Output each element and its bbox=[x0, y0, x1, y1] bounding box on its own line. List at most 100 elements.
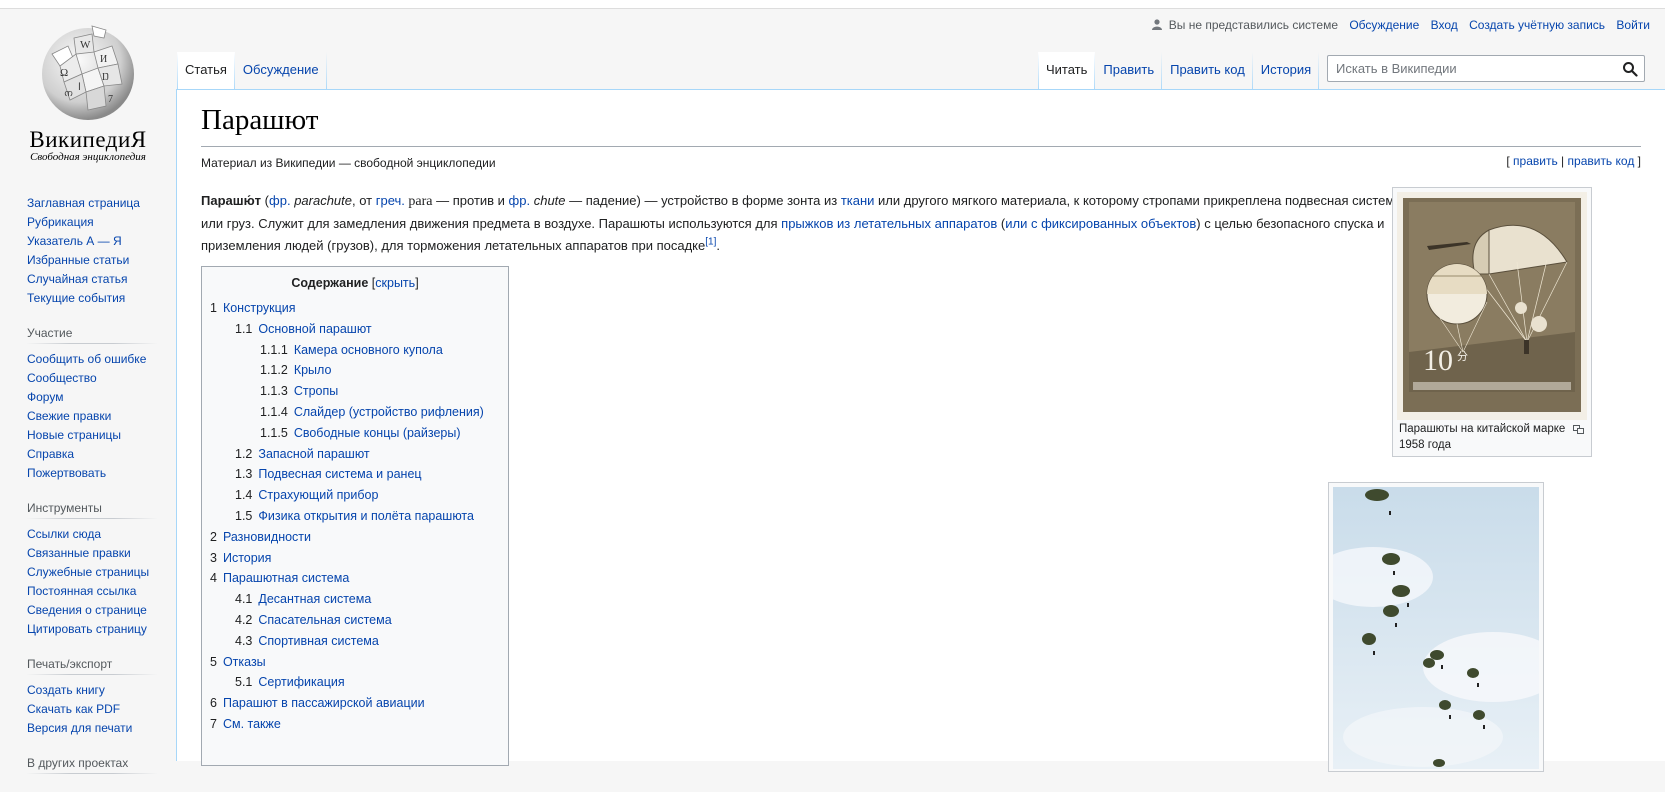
toc-item-link[interactable]: Запасной парашют bbox=[258, 447, 369, 461]
edit-source-link[interactable]: править код bbox=[1568, 154, 1635, 168]
toc-item-link[interactable]: Десантная система bbox=[258, 592, 371, 606]
sidebar-item-index[interactable]: Указатель А — Я bbox=[27, 232, 157, 251]
toc-item[interactable]: 1.2 Запасной парашют bbox=[235, 447, 370, 461]
toc-item-link[interactable]: Основной парашют bbox=[258, 322, 371, 336]
sidebar-item-forum[interactable]: Форум bbox=[27, 388, 157, 407]
toc-item-link[interactable]: История bbox=[223, 551, 271, 565]
sidebar-item-community[interactable]: Сообщество bbox=[27, 369, 157, 388]
wikipedia-logo[interactable]: W Ω И Ŋ ا 7 ന ВикипедиЯ Свободная энцикл… bbox=[0, 24, 176, 164]
logo-wordmark: ВикипедиЯ bbox=[29, 127, 147, 152]
toc-item-link[interactable]: Физика открытия и полёта парашюта bbox=[258, 509, 474, 523]
toc-item-link[interactable]: Подвесная система и ранец bbox=[258, 467, 421, 481]
toc-item-link[interactable]: Крыло bbox=[294, 363, 332, 377]
sidebar-item-featured[interactable]: Избранные статьи bbox=[27, 251, 157, 270]
personal-talk-link[interactable]: Обсуждение bbox=[1349, 18, 1419, 32]
toc-item-link[interactable]: Слайдер (устройство рифления) bbox=[294, 405, 484, 419]
toc-item[interactable]: 1.5 Физика открытия и полёта парашюта bbox=[235, 509, 474, 523]
tab-talk[interactable]: Обсуждение bbox=[234, 52, 327, 92]
lead-link-greek[interactable]: греч. bbox=[376, 193, 405, 208]
sidebar-item-cite-page[interactable]: Цитировать страницу bbox=[27, 620, 157, 639]
toc-item-number: 4.1 bbox=[235, 592, 253, 607]
toc-item[interactable]: 1.1.2 Крыло bbox=[260, 363, 331, 377]
toc-item[interactable]: 4.1 Десантная система bbox=[235, 592, 371, 606]
lead-link-fabric[interactable]: ткани bbox=[841, 193, 875, 208]
sidebar-item-permanent-link[interactable]: Постоянная ссылка bbox=[27, 582, 157, 601]
toc-item[interactable]: 1 Конструкция bbox=[210, 301, 296, 315]
toc-item-link[interactable]: Стропы bbox=[294, 384, 338, 398]
tab-read[interactable]: Читать bbox=[1038, 52, 1095, 92]
toc-item-number: 4.3 bbox=[235, 633, 253, 648]
reference-link[interactable]: [1] bbox=[705, 237, 716, 248]
sidebar-item-recent-changes[interactable]: Свежие правки bbox=[27, 407, 157, 426]
edit-link[interactable]: править bbox=[1513, 154, 1558, 168]
lead-link-jumps[interactable]: прыжков из летательных аппаратов bbox=[781, 216, 997, 231]
sidebar-item-current-events[interactable]: Текущие события bbox=[27, 289, 157, 308]
toc-item[interactable]: 4.3 Спортивная система bbox=[235, 634, 379, 648]
sidebar-item-categories[interactable]: Рубрикация bbox=[27, 213, 157, 232]
toc-item-link[interactable]: Спортивная система bbox=[258, 634, 378, 648]
svg-text:7: 7 bbox=[108, 94, 113, 105]
toc-item-link[interactable]: Конструкция bbox=[223, 301, 296, 315]
lead-link-french-2[interactable]: фр. bbox=[509, 193, 531, 208]
sidebar-item-special-pages[interactable]: Служебные страницы bbox=[27, 563, 157, 582]
enlarge-icon[interactable] bbox=[1573, 425, 1584, 434]
stamp-image[interactable]: 10 分 bbox=[1397, 192, 1587, 420]
tab-edit-source[interactable]: Править код bbox=[1162, 52, 1253, 92]
toc-item[interactable]: 2 Разновидности bbox=[210, 530, 311, 544]
sidebar-heading-other-projects[interactable]: В других проектах bbox=[27, 756, 157, 774]
toc-item[interactable]: 1.1.4 Слайдер (устройство рифления) bbox=[260, 405, 484, 419]
toc-item-link[interactable]: Отказы bbox=[223, 655, 266, 669]
toc-item-link[interactable]: См. также bbox=[223, 717, 281, 731]
toc-item[interactable]: 1.3 Подвесная система и ранец bbox=[235, 467, 422, 481]
sidebar-heading-print: Печать/экспорт bbox=[27, 657, 157, 675]
title-divider bbox=[201, 146, 1641, 147]
toc-item-link[interactable]: Сертификация bbox=[258, 675, 344, 689]
sidebar-item-create-book[interactable]: Создать книгу bbox=[27, 681, 157, 700]
lead-link-fixed-objects[interactable]: или с фиксированных объектов bbox=[1005, 216, 1196, 231]
login-link[interactable]: Войти bbox=[1616, 18, 1650, 32]
toc-item[interactable]: 7 См. также bbox=[210, 717, 281, 731]
toc-item-link[interactable]: Разновидности bbox=[223, 530, 311, 544]
toc-item[interactable]: 3 История bbox=[210, 551, 271, 565]
tab-article[interactable]: Статья bbox=[177, 52, 235, 92]
toc-item[interactable]: 5.1 Сертификация bbox=[235, 675, 345, 689]
sidebar-item-print-version[interactable]: Версия для печати bbox=[27, 719, 157, 738]
toc-item[interactable]: 4.2 Спасательная система bbox=[235, 613, 392, 627]
search-icon[interactable] bbox=[1622, 61, 1638, 77]
sidebar-item-main-page[interactable]: Заглавная страница bbox=[27, 194, 157, 213]
toc-item[interactable]: 1.4 Страхующий прибор bbox=[235, 488, 378, 502]
toc-item[interactable]: 6 Парашют в пассажирской авиации bbox=[210, 696, 425, 710]
paratroopers-image[interactable] bbox=[1333, 487, 1539, 769]
tab-edit[interactable]: Править bbox=[1095, 52, 1163, 92]
sidebar-item-page-info[interactable]: Сведения о странице bbox=[27, 601, 157, 620]
sidebar-item-related-changes[interactable]: Связанные правки bbox=[27, 544, 157, 563]
toc-item-link[interactable]: Парашютная система bbox=[223, 571, 349, 585]
sidebar-item-report-error[interactable]: Сообщить об ошибке bbox=[27, 350, 157, 369]
sidebar-item-help[interactable]: Справка bbox=[27, 445, 157, 464]
toc-item-link[interactable]: Страхующий прибор bbox=[258, 488, 378, 502]
sidebar-other-projects: В других проектах bbox=[27, 756, 157, 774]
toc-item[interactable]: 5 Отказы bbox=[210, 655, 266, 669]
tab-history[interactable]: История bbox=[1252, 52, 1320, 92]
toc-item[interactable]: 1.1 Основной парашют bbox=[235, 322, 372, 336]
sidebar-item-new-pages[interactable]: Новые страницы bbox=[27, 426, 157, 445]
sidebar-item-donate[interactable]: Пожертвовать bbox=[27, 464, 157, 483]
svg-text:Ω: Ω bbox=[60, 67, 68, 79]
lead-link-french[interactable]: фр. bbox=[269, 193, 291, 208]
sidebar-item-what-links-here[interactable]: Ссылки сюда bbox=[27, 525, 157, 544]
toc-item-link[interactable]: Свободные концы (райзеры) bbox=[294, 426, 461, 440]
sidebar-item-download-pdf[interactable]: Скачать как PDF bbox=[27, 700, 157, 719]
toc-item[interactable]: 1.1.3 Стропы bbox=[260, 384, 338, 398]
personal-contributions-link[interactable]: Вход bbox=[1431, 18, 1458, 32]
toc-item[interactable]: 4 Парашютная система bbox=[210, 571, 349, 585]
sidebar-item-random[interactable]: Случайная статья bbox=[27, 270, 157, 289]
create-account-link[interactable]: Создать учётную запись bbox=[1469, 18, 1605, 32]
toc-item-link[interactable]: Спасательная система bbox=[258, 613, 391, 627]
toc-item-number: 1.1.3 bbox=[260, 384, 288, 399]
toc-item-link[interactable]: Парашют в пассажирской авиации bbox=[223, 696, 425, 710]
toc-toggle-link[interactable]: скрыть bbox=[375, 276, 415, 290]
toc-item[interactable]: 1.1.1 Камера основного купола bbox=[260, 343, 443, 357]
toc-item-link[interactable]: Камера основного купола bbox=[294, 343, 443, 357]
toc-item[interactable]: 1.1.5 Свободные концы (райзеры) bbox=[260, 426, 461, 440]
search-input[interactable] bbox=[1334, 60, 1618, 77]
